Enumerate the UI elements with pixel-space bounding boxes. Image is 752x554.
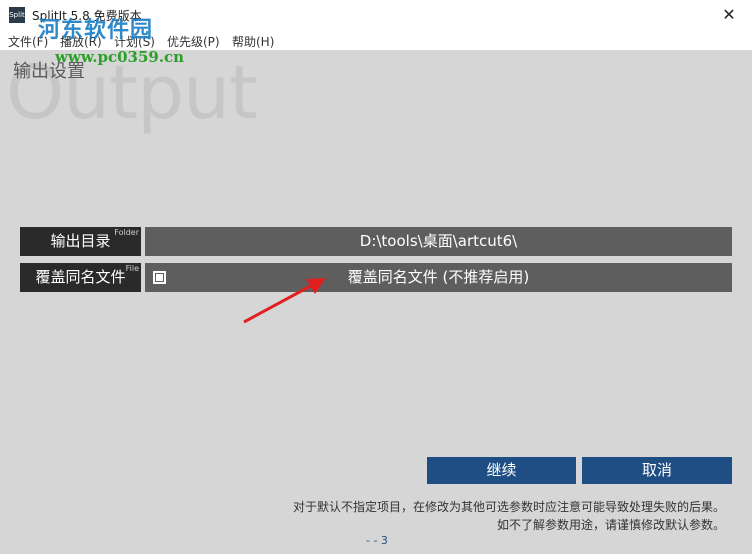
annotation-arrow-line	[243, 280, 319, 324]
watermark-logo: 河东软件园	[38, 17, 154, 43]
close-button[interactable]: ✕	[706, 0, 752, 30]
main-content: Output 输出设置 输出目录 Folder D:\tools\桌面\artc…	[0, 50, 752, 554]
continue-button[interactable]: 继续	[427, 457, 576, 484]
menu-help[interactable]: 帮助(H)	[232, 33, 274, 50]
note-line-2: 如不了解参数用途，请谨慎修改默认参数。	[496, 518, 725, 532]
app-icon: Split	[9, 7, 25, 23]
page-indicator[interactable]: - - 3	[366, 534, 388, 547]
watermark-url: www.pc0359.cn	[55, 48, 185, 66]
note-line-1: 对于默认不指定项目，在修改为其他可选参数时应注意可能导致处理失败的后果。	[292, 500, 725, 514]
cancel-button[interactable]: 取消	[582, 457, 732, 484]
